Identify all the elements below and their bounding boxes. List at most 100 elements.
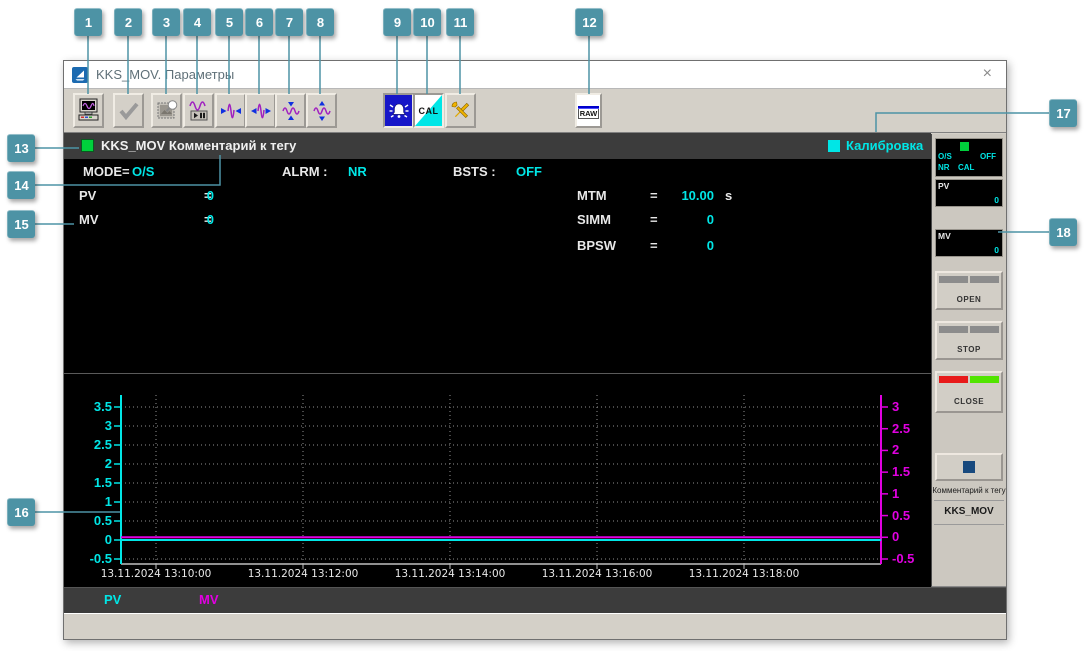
cal-mode-button[interactable]: CAL (413, 93, 444, 128)
callout-badge-10: 10 (413, 8, 441, 36)
left-axis-tick-label: 2.5 (93, 437, 112, 452)
close-indicator-green (970, 376, 999, 383)
snapshot-button[interactable] (151, 93, 182, 128)
x-axis-tick-label: 13.11.2024 13:16:00 (541, 568, 653, 580)
callout-badge-5: 5 (215, 8, 243, 36)
close-icon[interactable]: × (983, 65, 992, 83)
stop-indicator-left (939, 326, 968, 333)
callout-badge-6: 6 (245, 8, 273, 36)
faceplate-panel: O/S OFF NR CAL PV 0 MV 0 OPEN STOP CLOSE… (931, 134, 1006, 587)
callout-badge-16: 16 (7, 498, 35, 526)
callout-badge-3: 3 (152, 8, 180, 36)
close-valve-button[interactable]: CLOSE (935, 371, 1003, 413)
cal-button-label: CAL (418, 105, 439, 116)
print-trend-icon (78, 98, 98, 120)
pv-value: 0 (206, 188, 214, 203)
raw-data-button[interactable]: RAW (575, 93, 602, 128)
apply-check-icon (118, 102, 139, 120)
apply-button[interactable] (113, 93, 144, 128)
compress-time-button[interactable] (215, 93, 246, 128)
mode-value: O/S (132, 164, 155, 179)
tag-header: KKS_MOV Комментарий к тегу Калибровка (64, 133, 931, 159)
window-title: KKS_MOV. Параметры (96, 67, 235, 82)
mv-label: MV (79, 212, 99, 227)
trend-legend: PV MV (64, 587, 1006, 613)
faceplate-status-indicator (960, 142, 969, 151)
callout-badge-18: 18 (1049, 218, 1077, 246)
expand-time-button[interactable] (245, 93, 276, 128)
close-button-label: CLOSE (953, 397, 985, 406)
legend-pv: PV (104, 592, 122, 607)
tag-status-indicator (81, 139, 94, 152)
x-axis-tick-label: 13.11.2024 13:10:00 (100, 568, 212, 580)
left-axis-tick-label: 0 (104, 532, 112, 547)
page: KKS_MOV. Параметры × CAL RAW KKS_MOV Ком… (0, 0, 1089, 651)
compress-time-icon (220, 103, 241, 118)
callout-badge-12: 12 (575, 8, 603, 36)
x-axis-tick-label: 13.11.2024 13:14:00 (394, 568, 506, 580)
faceplate-mv-display: MV 0 (935, 229, 1003, 257)
app-window: KKS_MOV. Параметры × CAL RAW KKS_MOV Ком… (63, 60, 1007, 640)
x-axis-tick-label: 13.11.2024 13:18:00 (688, 568, 800, 580)
alarm-bell-button[interactable] (383, 93, 414, 128)
expand-amplitude-button[interactable] (306, 93, 337, 128)
faceplate-pv-label: PV (938, 181, 950, 191)
faceplate-status-display: O/S OFF NR CAL (935, 138, 1003, 177)
mode-label: MODE= (83, 164, 130, 179)
callout-badge-14: 14 (7, 171, 35, 199)
stop-indicator-right (970, 326, 999, 333)
faceplate-cal: CAL (958, 163, 975, 172)
expand-time-icon (250, 103, 271, 118)
left-axis-tick-label: 3.5 (93, 399, 112, 414)
callout-badge-4: 4 (183, 8, 211, 36)
parameter-panel: MODE= O/S ALRM : NR BSTS : OFF PV = 0 MV… (64, 159, 931, 373)
left-axis-tick-label: -0.5 (89, 551, 112, 566)
faceplate-divider-2 (934, 524, 1004, 525)
faceplate-divider (934, 500, 1004, 501)
stop-button-label: STOP (957, 345, 981, 354)
titlebar[interactable]: KKS_MOV. Параметры × (64, 61, 1006, 89)
bpsw-label: BPSW (577, 238, 616, 253)
stop-button[interactable]: STOP (935, 321, 1003, 360)
left-axis-tick-label: 3 (104, 418, 112, 433)
open-indicator-right (970, 276, 999, 283)
alrm-label: ALRM : (282, 164, 328, 179)
simm-equals: = (650, 212, 658, 227)
square-icon (963, 461, 975, 473)
play-pause-trend-icon (188, 100, 207, 120)
mtm-label: MTM (577, 188, 607, 203)
calibration-indicator (828, 140, 840, 152)
alrm-value: NR (348, 164, 367, 179)
calibration-label: Калибровка (846, 138, 924, 153)
callout-badge-13: 13 (7, 134, 35, 162)
legend-mv: MV (199, 592, 219, 607)
alarm-bell-icon (389, 103, 408, 118)
callout-badge-15: 15 (7, 210, 35, 238)
callout-badge-9: 9 (383, 8, 411, 36)
faceplate-comment: Комментарий к тегу (932, 486, 1006, 495)
print-trend-button[interactable] (73, 93, 104, 128)
open-indicator-left (939, 276, 968, 283)
open-button[interactable]: OPEN (935, 271, 1003, 310)
open-button-label: OPEN (956, 295, 982, 304)
bpsw-equals: = (650, 238, 658, 253)
toolbar: CAL RAW (64, 89, 1006, 133)
tools-button[interactable] (445, 93, 476, 128)
aux-square-button[interactable] (935, 453, 1003, 481)
mtm-unit: s (725, 188, 733, 203)
mtm-value: 10.00 (681, 188, 714, 203)
raw-button-label: RAW (578, 108, 599, 119)
close-indicator-red (939, 376, 968, 383)
faceplate-mode: O/S (938, 152, 952, 161)
callout-badge-17: 17 (1049, 99, 1077, 127)
bsts-label: BSTS : (453, 164, 496, 179)
callout-badge-7: 7 (275, 8, 303, 36)
left-axis-tick-label: 1.5 (93, 475, 112, 490)
faceplate-alarm: NR (938, 163, 950, 172)
trend-play-pause-button[interactable] (183, 93, 214, 128)
compress-amplitude-button[interactable] (275, 93, 306, 128)
faceplate-mv-label: MV (938, 231, 951, 241)
bpsw-value: 0 (706, 238, 714, 253)
compress-amplitude-icon (281, 101, 300, 120)
faceplate-power: OFF (980, 152, 996, 161)
